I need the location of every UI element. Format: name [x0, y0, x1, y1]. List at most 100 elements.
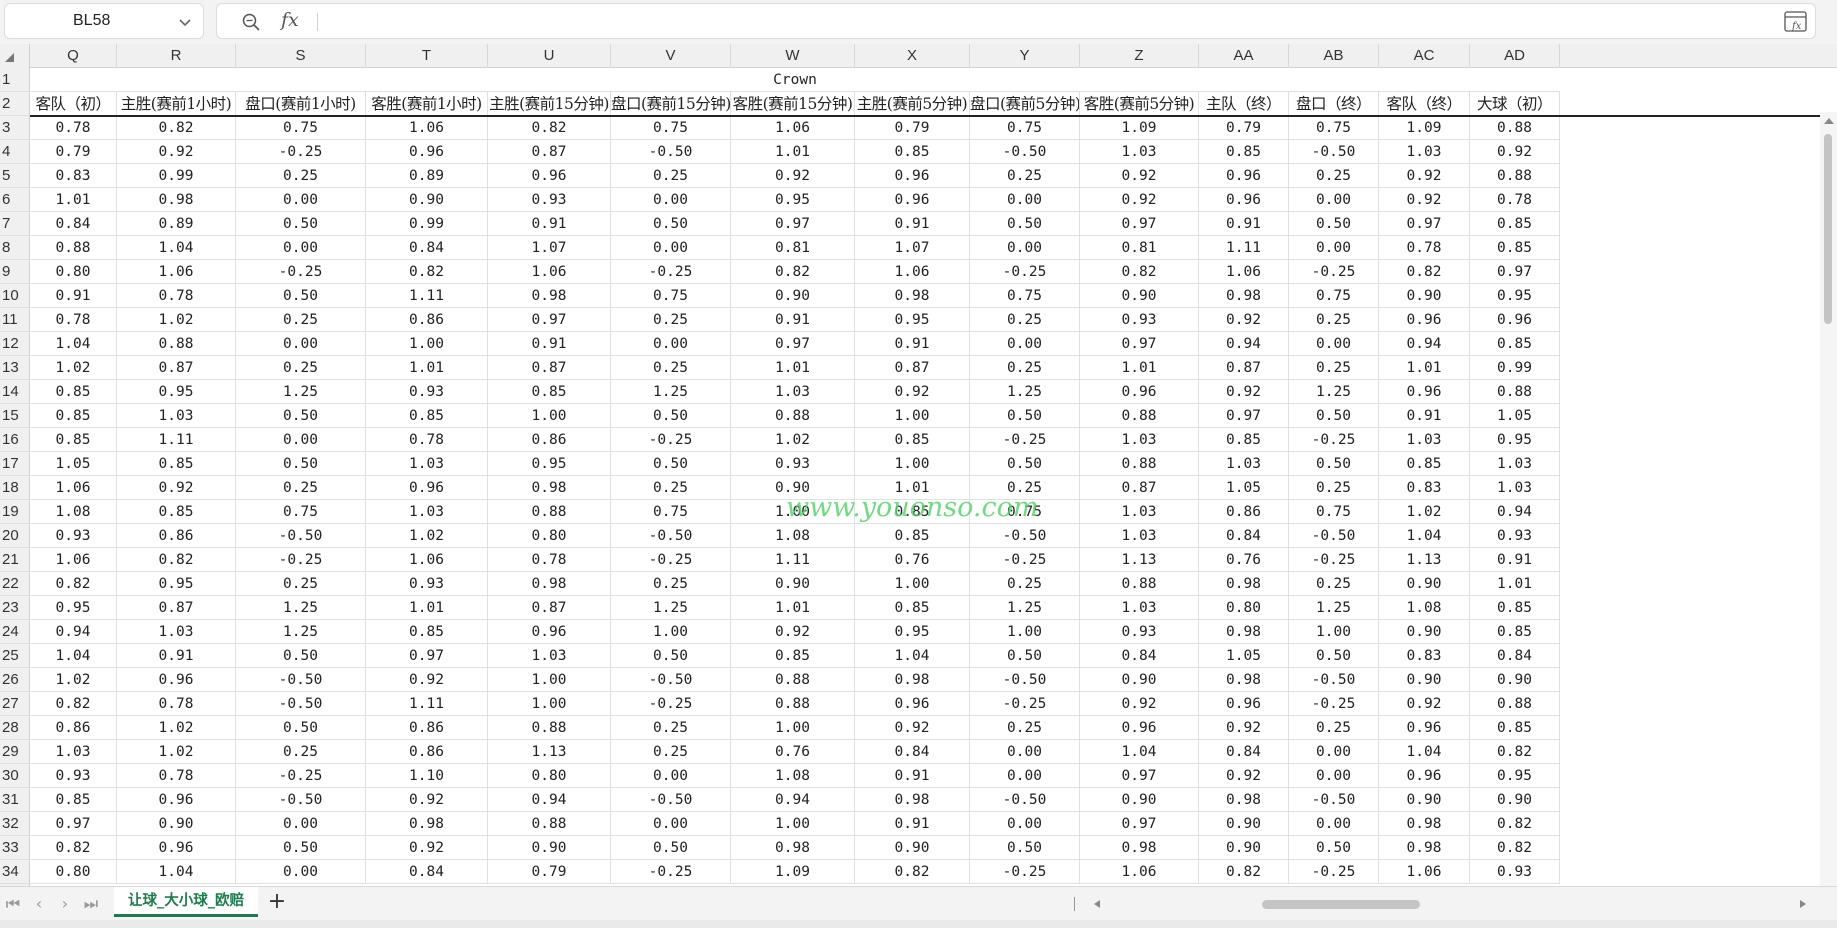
data-cell[interactable]: 0.85	[117, 500, 236, 524]
header-cell[interactable]: 客胜(赛前15分钟)	[731, 92, 855, 116]
data-cell[interactable]: 0.82	[30, 572, 117, 596]
row-header[interactable]: 32	[0, 812, 30, 836]
scroll-left-icon[interactable]	[1094, 900, 1100, 908]
data-cell[interactable]: 0.88	[117, 332, 236, 356]
data-cell[interactable]: 0.81	[1080, 236, 1199, 260]
data-cell[interactable]: 1.05	[1199, 476, 1289, 500]
data-cell[interactable]: 1.00	[488, 692, 611, 716]
data-cell[interactable]: 0.00	[236, 188, 366, 212]
next-sheet-icon[interactable]: ›	[56, 895, 74, 913]
data-cell[interactable]: -0.50	[970, 668, 1080, 692]
data-cell[interactable]: 0.86	[366, 740, 488, 764]
data-cell[interactable]: 0.86	[30, 716, 117, 740]
data-cell[interactable]: 0.88	[1470, 380, 1560, 404]
data-cell[interactable]: 1.00	[970, 620, 1080, 644]
data-cell[interactable]: -0.50	[1289, 788, 1379, 812]
data-cell[interactable]: 0.91	[488, 332, 611, 356]
data-cell[interactable]: 1.06	[366, 548, 488, 572]
column-header[interactable]: AD	[1470, 44, 1560, 68]
row-header[interactable]: 15	[0, 404, 30, 428]
data-cell[interactable]: -0.50	[970, 788, 1080, 812]
data-cell[interactable]: 0.82	[366, 260, 488, 284]
data-cell[interactable]: 0.88	[488, 812, 611, 836]
data-cell[interactable]: 0.88	[1470, 116, 1560, 140]
data-cell[interactable]: 0.92	[731, 620, 855, 644]
data-cell[interactable]: 1.01	[1080, 356, 1199, 380]
data-cell[interactable]: 1.13	[1080, 548, 1199, 572]
data-cell[interactable]: 1.03	[366, 500, 488, 524]
data-cell[interactable]: 1.03	[1080, 500, 1199, 524]
data-cell[interactable]: 0.25	[1289, 164, 1379, 188]
data-cell[interactable]: -0.50	[236, 692, 366, 716]
data-cell[interactable]: 1.13	[1379, 548, 1470, 572]
row-header[interactable]: 30	[0, 764, 30, 788]
data-cell[interactable]: 0.98	[366, 812, 488, 836]
data-cell[interactable]: 0.96	[1080, 716, 1199, 740]
data-cell[interactable]: 0.91	[1470, 548, 1560, 572]
data-cell[interactable]: 0.97	[1080, 332, 1199, 356]
data-cell[interactable]: 0.96	[1080, 380, 1199, 404]
data-cell[interactable]: 0.50	[611, 644, 731, 668]
data-cell[interactable]: 0.25	[611, 716, 731, 740]
data-cell[interactable]: 1.05	[1470, 404, 1560, 428]
data-cell[interactable]: 1.03	[366, 452, 488, 476]
data-cell[interactable]: 0.85	[855, 428, 970, 452]
data-cell[interactable]: 0.94	[1379, 332, 1470, 356]
data-cell[interactable]: 1.03	[731, 380, 855, 404]
data-cell[interactable]: 1.05	[30, 452, 117, 476]
data-cell[interactable]: 0.50	[970, 404, 1080, 428]
data-cell[interactable]: 0.85	[1470, 716, 1560, 740]
data-cell[interactable]: 0.50	[611, 452, 731, 476]
data-cell[interactable]: 1.09	[1379, 116, 1470, 140]
data-cell[interactable]: 0.75	[970, 116, 1080, 140]
header-cell[interactable]: 客胜(赛前1小时)	[366, 92, 488, 116]
data-cell[interactable]: 0.25	[1289, 572, 1379, 596]
row-header[interactable]: 28	[0, 716, 30, 740]
data-cell[interactable]: 0.94	[1199, 332, 1289, 356]
data-cell[interactable]: 0.25	[611, 164, 731, 188]
data-cell[interactable]: 0.96	[855, 188, 970, 212]
data-cell[interactable]: 0.79	[855, 116, 970, 140]
data-cell[interactable]: 0.00	[970, 332, 1080, 356]
data-cell[interactable]: 1.25	[1289, 380, 1379, 404]
column-header[interactable]: AB	[1289, 44, 1379, 68]
data-cell[interactable]: 1.04	[1080, 740, 1199, 764]
data-cell[interactable]: 0.75	[970, 284, 1080, 308]
data-cell[interactable]: 0.92	[366, 788, 488, 812]
data-cell[interactable]: -0.25	[236, 764, 366, 788]
row-header[interactable]: 34	[0, 860, 30, 884]
vertical-scrollbar[interactable]	[1820, 112, 1837, 886]
data-cell[interactable]: 0.78	[30, 116, 117, 140]
data-cell[interactable]: 0.95	[488, 452, 611, 476]
data-cell[interactable]: 1.03	[1080, 524, 1199, 548]
row-header[interactable]: 31	[0, 788, 30, 812]
data-cell[interactable]: 0.97	[1080, 812, 1199, 836]
data-cell[interactable]: 0.98	[1379, 836, 1470, 860]
data-cell[interactable]: 0.92	[366, 668, 488, 692]
data-cell[interactable]: 0.95	[1470, 764, 1560, 788]
data-cell[interactable]: 1.06	[1379, 860, 1470, 884]
last-sheet-icon[interactable]: ⏭	[82, 895, 100, 913]
first-sheet-icon[interactable]: ⏮	[4, 895, 22, 913]
data-cell[interactable]: 0.96	[1470, 308, 1560, 332]
data-cell[interactable]: -0.25	[236, 548, 366, 572]
data-cell[interactable]: 1.00	[855, 404, 970, 428]
row-header[interactable]: 18	[0, 476, 30, 500]
data-cell[interactable]: 0.92	[1199, 764, 1289, 788]
data-cell[interactable]: 0.85	[30, 428, 117, 452]
data-cell[interactable]: 0.00	[1289, 188, 1379, 212]
data-cell[interactable]: 0.50	[970, 212, 1080, 236]
data-cell[interactable]: 0.87	[1199, 356, 1289, 380]
data-cell[interactable]: 0.92	[731, 164, 855, 188]
group-header-cell[interactable]: Crown	[30, 68, 1560, 92]
data-cell[interactable]: 0.50	[236, 452, 366, 476]
data-cell[interactable]: 0.00	[236, 236, 366, 260]
data-cell[interactable]: 1.02	[117, 308, 236, 332]
data-cell[interactable]: 0.78	[117, 284, 236, 308]
data-cell[interactable]: 0.87	[488, 140, 611, 164]
data-cell[interactable]: 0.95	[117, 380, 236, 404]
data-cell[interactable]: 1.02	[366, 524, 488, 548]
data-cell[interactable]: 0.88	[1080, 452, 1199, 476]
data-cell[interactable]: 1.06	[117, 260, 236, 284]
row-header[interactable]: 14	[0, 380, 30, 404]
